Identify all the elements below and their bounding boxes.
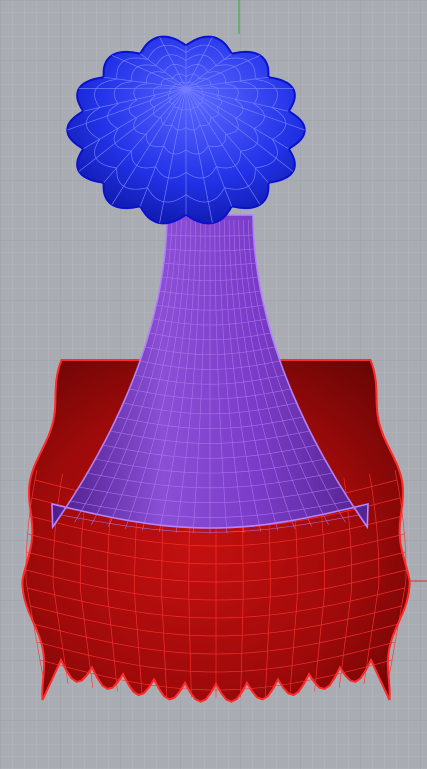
3d-viewport[interactable] bbox=[0, 0, 427, 769]
scene-canvas[interactable] bbox=[0, 0, 427, 769]
